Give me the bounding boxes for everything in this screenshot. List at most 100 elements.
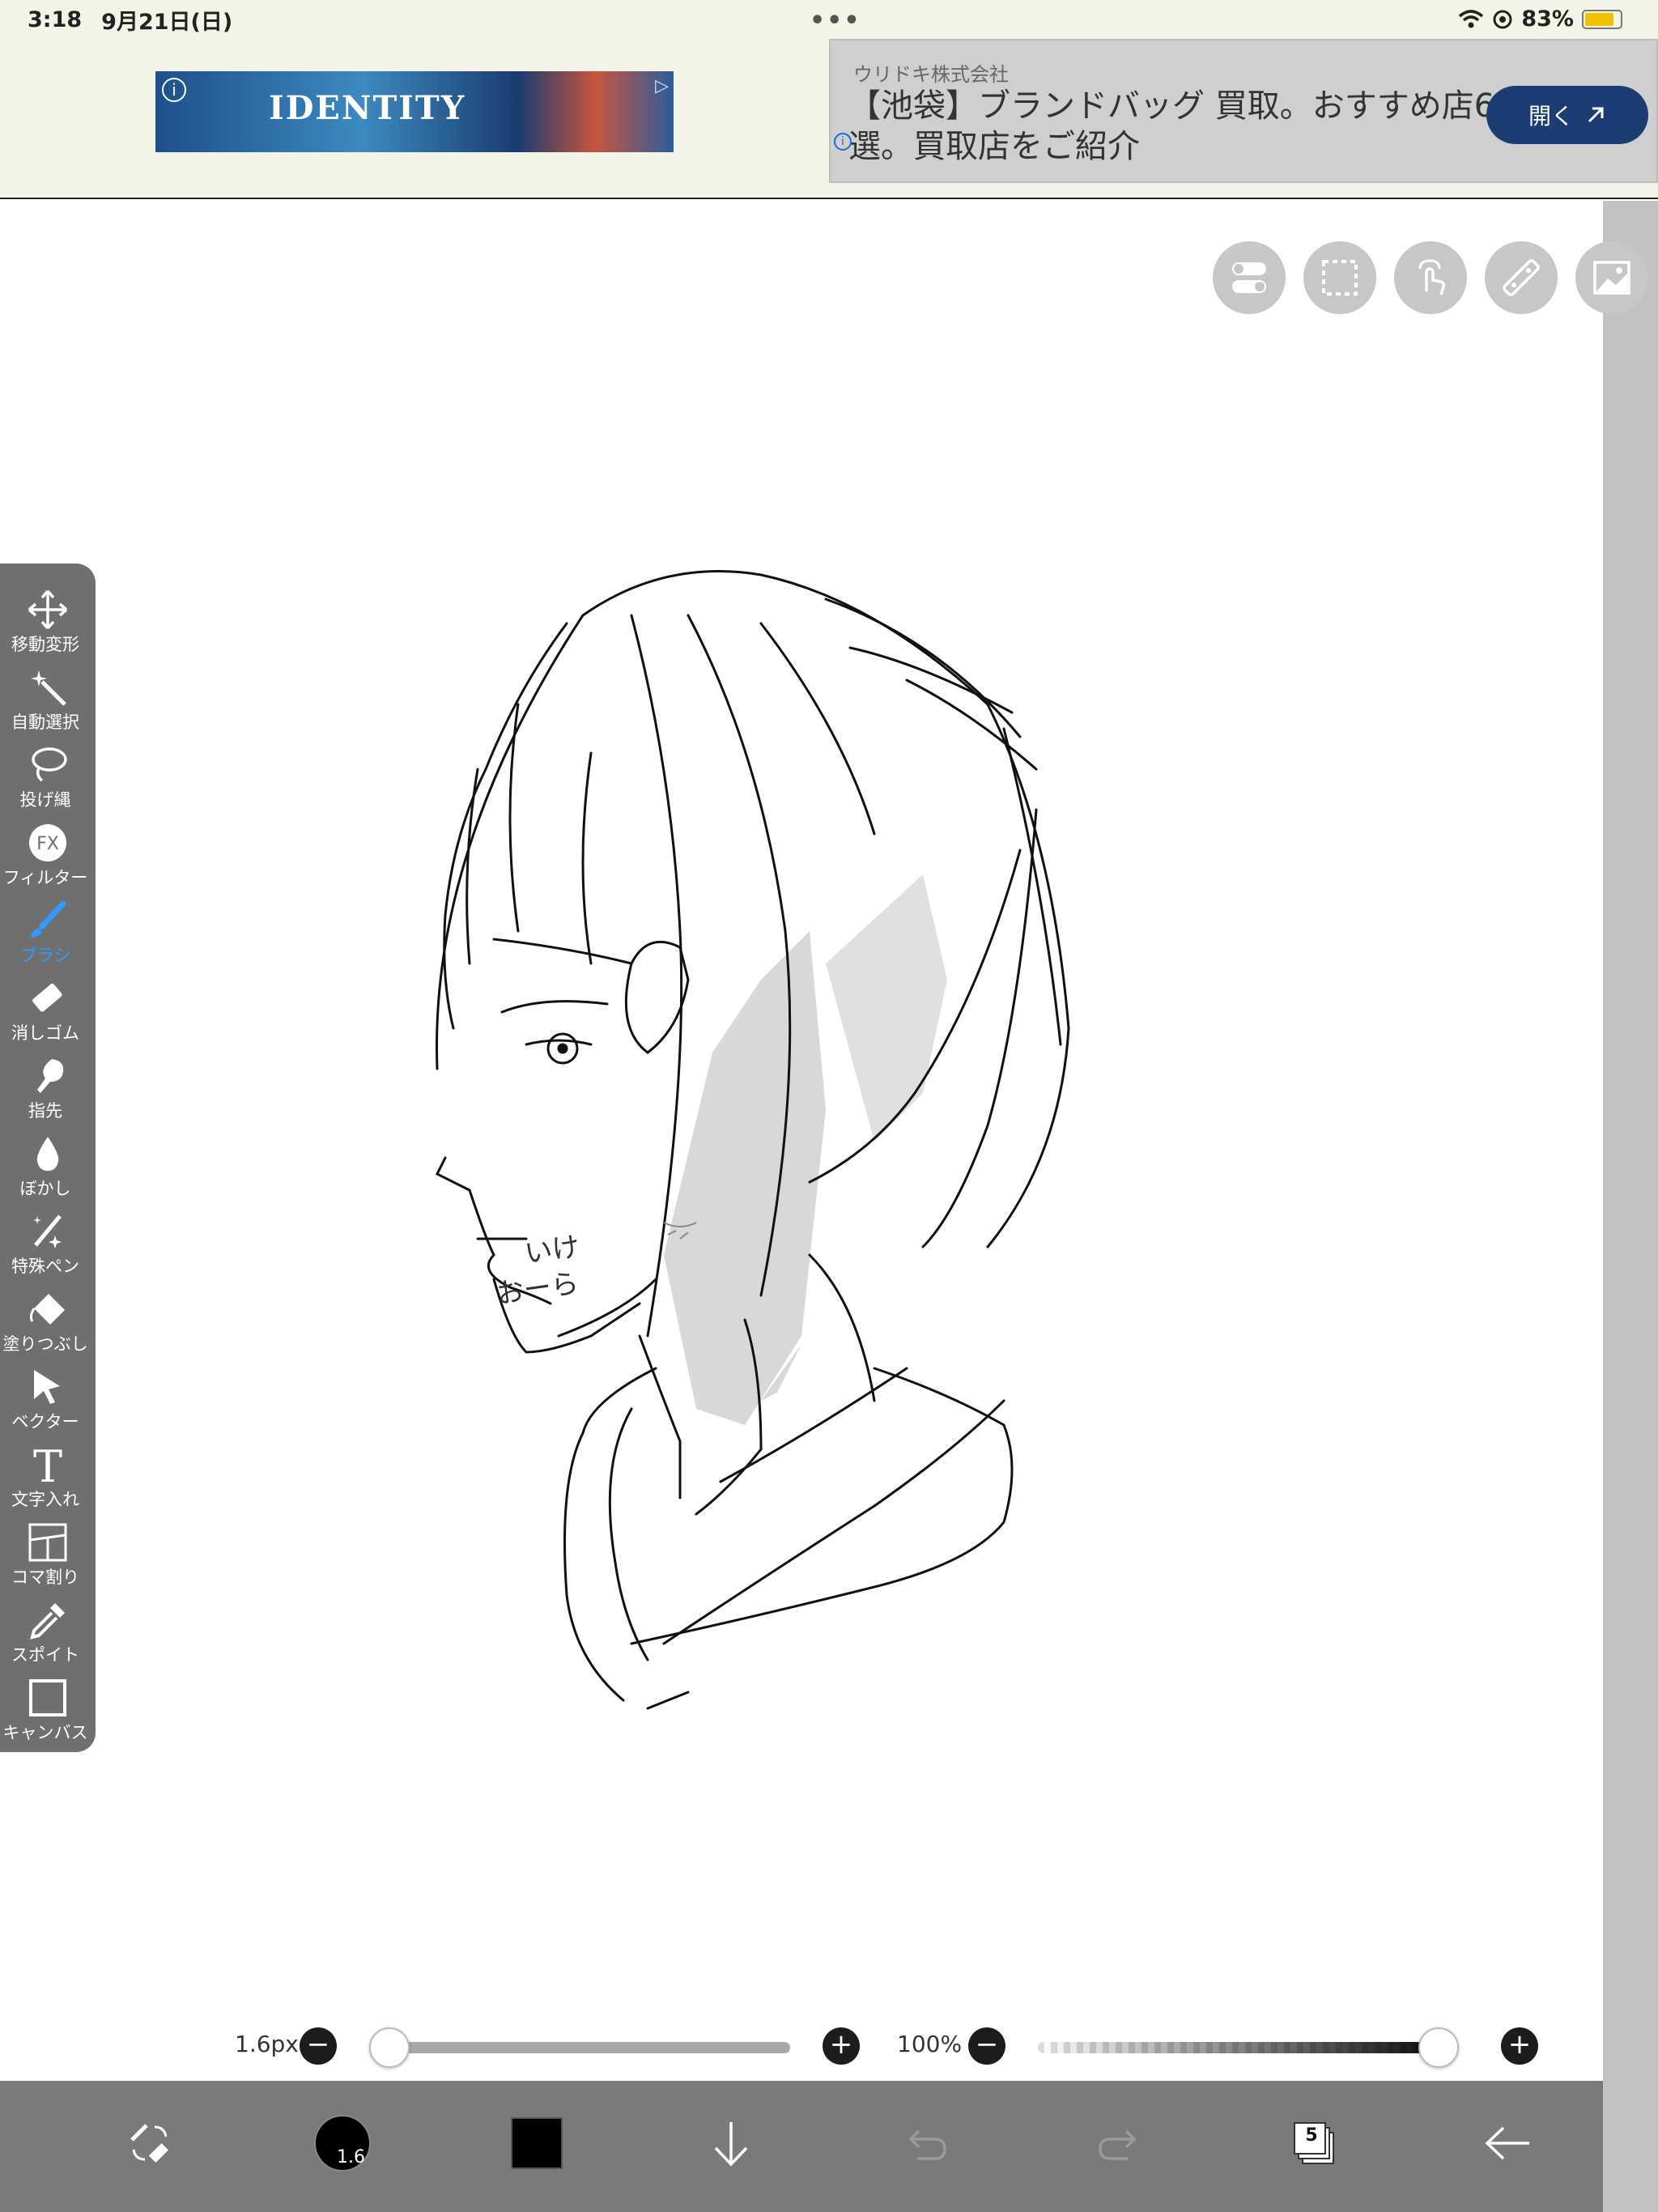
ad-headline[interactable]: 【池袋】ブランドバッグ 買取。おすすめ店6選。買取店をご紹介 xyxy=(848,86,1496,167)
tool-label: 自動選択 xyxy=(11,713,79,732)
ad-info-icon[interactable]: i xyxy=(162,78,186,102)
canvas-right-margin xyxy=(1603,201,1658,2212)
tool-label: 指先 xyxy=(28,1101,62,1121)
location-lock-icon xyxy=(1493,10,1512,28)
tool-eraser[interactable]: 消しゴム xyxy=(0,968,96,1046)
brush-size-slider-thumb[interactable] xyxy=(369,2027,410,2068)
tool-label: 消しゴム xyxy=(11,1023,79,1043)
wifi-icon xyxy=(1459,9,1484,28)
tool-auto-select[interactable]: 自動選択 xyxy=(0,657,96,735)
toggle-button[interactable] xyxy=(1213,241,1286,314)
brush-size-label: 1.6px xyxy=(235,2031,299,2057)
brush-size-decrease-button[interactable]: − xyxy=(300,2027,337,2065)
canvas-icon xyxy=(29,1679,66,1716)
tool-vector[interactable]: ベクター xyxy=(0,1357,96,1435)
filter-fx-icon: FX xyxy=(29,824,66,861)
tool-label: 文字入れ xyxy=(11,1490,79,1509)
tool-label: ぼかし xyxy=(19,1179,71,1198)
bottom-toolbar: 1.6 5 xyxy=(0,2081,1603,2212)
image-button[interactable] xyxy=(1575,241,1648,314)
tool-lasso[interactable]: 投げ縄 xyxy=(0,735,96,813)
color-picker-button[interactable] xyxy=(500,2107,573,2180)
ad-text-card[interactable]: ウリドキ株式会社 【池袋】ブランドバッグ 買取。おすすめ店6選。買取店をご紹介 … xyxy=(829,39,1658,183)
status-time: 3:18 xyxy=(28,6,83,32)
tool-label: 特殊ペン xyxy=(11,1257,79,1276)
blur-drop-icon xyxy=(36,1137,59,1171)
download-button[interactable] xyxy=(695,2107,767,2180)
tool-blur[interactable]: ぼかし xyxy=(0,1124,96,1202)
tool-label: 塗りつぶし xyxy=(2,1334,88,1354)
panel-layout-icon xyxy=(28,1523,67,1562)
tool-panel-layout[interactable]: コマ割り xyxy=(0,1512,96,1590)
tool-brush[interactable]: ブラシ xyxy=(0,891,96,968)
brush-settings-row: 1.6px − + 100% − + xyxy=(0,2016,1603,2081)
redo-button[interactable] xyxy=(1083,2107,1156,2180)
image-icon xyxy=(1593,261,1630,295)
ad-open-label: 開く xyxy=(1528,103,1574,130)
tool-sidebar: 移動変形 自動選択 投げ縄 FX フィルター ブラシ 消しゴム 指先 ぼかし 特… xyxy=(0,564,96,1752)
tool-label: コマ割り xyxy=(11,1568,79,1587)
svg-text:FX: FX xyxy=(36,834,59,854)
tool-eyedropper[interactable]: スポイト xyxy=(0,1590,96,1668)
arrow-left-icon xyxy=(1485,2126,1529,2160)
ad-info-small-icon[interactable]: i xyxy=(834,133,852,151)
brush-preview: 1.6 xyxy=(314,2115,371,2172)
opacity-slider[interactable] xyxy=(1038,2042,1459,2053)
tool-label: フィルター xyxy=(2,868,88,887)
opacity-slider-thumb[interactable] xyxy=(1418,2027,1459,2068)
touch-icon xyxy=(1418,259,1445,296)
handwritten-text-1: いけ xyxy=(523,1231,582,1270)
ruler-button[interactable] xyxy=(1485,241,1558,314)
layers-icon: 5 xyxy=(1294,2122,1334,2164)
swap-brush-eraser-icon xyxy=(130,2124,169,2163)
opacity-increase-button[interactable]: + xyxy=(1501,2027,1538,2065)
back-button[interactable] xyxy=(1472,2107,1545,2180)
layer-count: 5 xyxy=(1305,2125,1318,2146)
tool-text[interactable]: T 文字入れ xyxy=(0,1435,96,1512)
tool-label: 移動変形 xyxy=(11,635,79,654)
canvas-drawing[interactable]: いけ おーら xyxy=(421,526,1295,1789)
tool-finger[interactable]: 指先 xyxy=(0,1046,96,1124)
tool-canvas[interactable]: キャンバス xyxy=(0,1668,96,1746)
touch-button[interactable] xyxy=(1394,241,1467,314)
magic-wand-icon xyxy=(31,670,66,706)
tool-move-transform[interactable]: 移動変形 xyxy=(0,580,96,657)
external-arrow-icon xyxy=(1588,107,1604,123)
arrow-down-icon xyxy=(714,2122,748,2167)
move-icon xyxy=(28,589,68,630)
brush-size-slider[interactable] xyxy=(369,2042,790,2053)
current-color-swatch xyxy=(511,2117,563,2169)
ad-open-button[interactable]: 開く xyxy=(1486,86,1648,144)
finger-icon xyxy=(37,1059,64,1093)
ad-image[interactable]: i IDENTITY ▷ xyxy=(155,71,674,152)
selection-icon xyxy=(1322,260,1358,296)
tool-label: ベクター xyxy=(11,1412,79,1431)
undo-icon xyxy=(908,2129,946,2160)
eyedropper-icon xyxy=(30,1603,65,1640)
redo-icon xyxy=(1099,2129,1137,2160)
opacity-decrease-button[interactable]: − xyxy=(968,2027,1005,2065)
battery-percent: 83% xyxy=(1521,6,1574,32)
special-pen-icon xyxy=(33,1214,62,1249)
selection-button[interactable] xyxy=(1303,241,1376,314)
lasso-icon xyxy=(32,747,67,782)
multitasking-dots[interactable]: ••• xyxy=(810,6,861,35)
battery-icon xyxy=(1582,9,1622,29)
opacity-label: 100% xyxy=(897,2031,963,2057)
fill-bucket-icon xyxy=(29,1294,65,1325)
brush-size-increase-button[interactable]: + xyxy=(823,2027,860,2065)
tool-filter[interactable]: FX フィルター xyxy=(0,813,96,891)
brush-preview-button[interactable]: 1.6 xyxy=(306,2107,379,2180)
brush-preview-value: 1.6 xyxy=(337,2147,365,2167)
tool-fill[interactable]: 塗りつぶし xyxy=(0,1279,96,1357)
ad-banner: i IDENTITY ▷ ウリドキ株式会社 【池袋】ブランドバッグ 買取。おすす… xyxy=(0,39,1658,199)
tool-special-pen[interactable]: 特殊ペン xyxy=(0,1202,96,1279)
status-bar: 3:18 9月21日(日) ••• 83% xyxy=(0,0,1658,39)
ad-logo-text: IDENTITY xyxy=(269,89,466,127)
adchoices-icon[interactable]: ▷ xyxy=(655,76,669,96)
layers-button[interactable]: 5 xyxy=(1278,2107,1350,2180)
brush-eraser-swap-button[interactable] xyxy=(113,2107,186,2180)
tool-label: ブラシ xyxy=(19,946,71,965)
undo-button[interactable] xyxy=(889,2107,962,2180)
tool-label: スポイト xyxy=(11,1645,79,1665)
